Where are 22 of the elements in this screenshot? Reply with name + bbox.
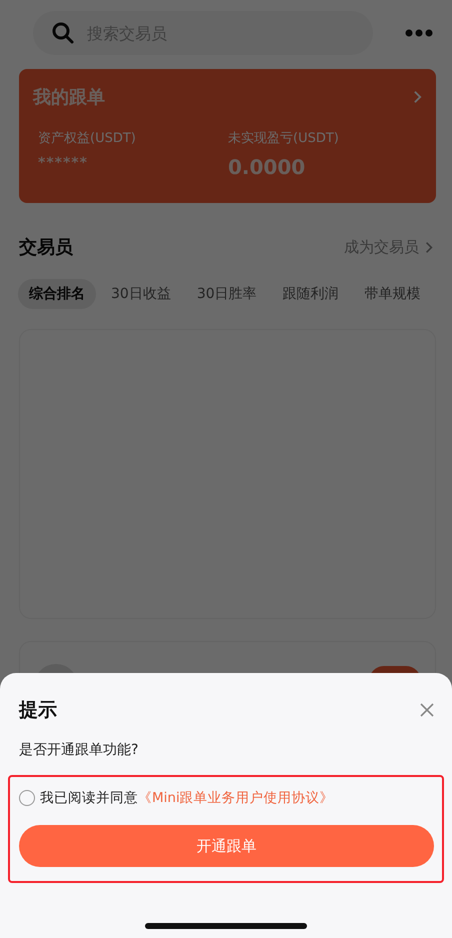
activate-button[interactable]: 开通跟单 — [19, 825, 434, 867]
stat-label: 资产权益(USDT) — [38, 130, 137, 147]
agreement-link[interactable]: 《Mini跟单业务用户使用协议》 — [138, 790, 334, 806]
filter-tab[interactable]: 30日胜率 — [186, 279, 268, 309]
more-icon[interactable] — [405, 29, 433, 37]
agree-radio[interactable] — [19, 790, 35, 806]
stat-value: ****** — [38, 155, 89, 171]
card-title: 我的跟单 — [33, 86, 105, 109]
close-icon[interactable] — [420, 703, 434, 717]
filter-tab[interactable]: 带单规模 — [354, 279, 432, 309]
copy-trading-card[interactable]: 我的跟单 资产权益(USDT) ****** 未实现盈亏(USDT) 0.0000 — [19, 69, 436, 203]
chevron-right-icon — [425, 240, 433, 254]
filter-tab[interactable]: 综合排名 — [18, 279, 96, 309]
section-title: 交易员 — [19, 236, 73, 259]
filter-tab[interactable]: 30日收益 — [100, 279, 182, 309]
filter-tab[interactable]: 跟随利润 — [272, 279, 350, 309]
chevron-right-icon — [413, 90, 422, 104]
dialog-message: 是否开通跟单功能? — [19, 741, 140, 759]
stat-value: 0.0000 — [228, 155, 306, 179]
stat-label: 未实现盈亏(USDT) — [228, 130, 340, 147]
dialog-title: 提示 — [19, 698, 57, 723]
agreement-text: 我已阅读并同意《Mini跟单业务用户使用协议》 — [40, 789, 334, 807]
